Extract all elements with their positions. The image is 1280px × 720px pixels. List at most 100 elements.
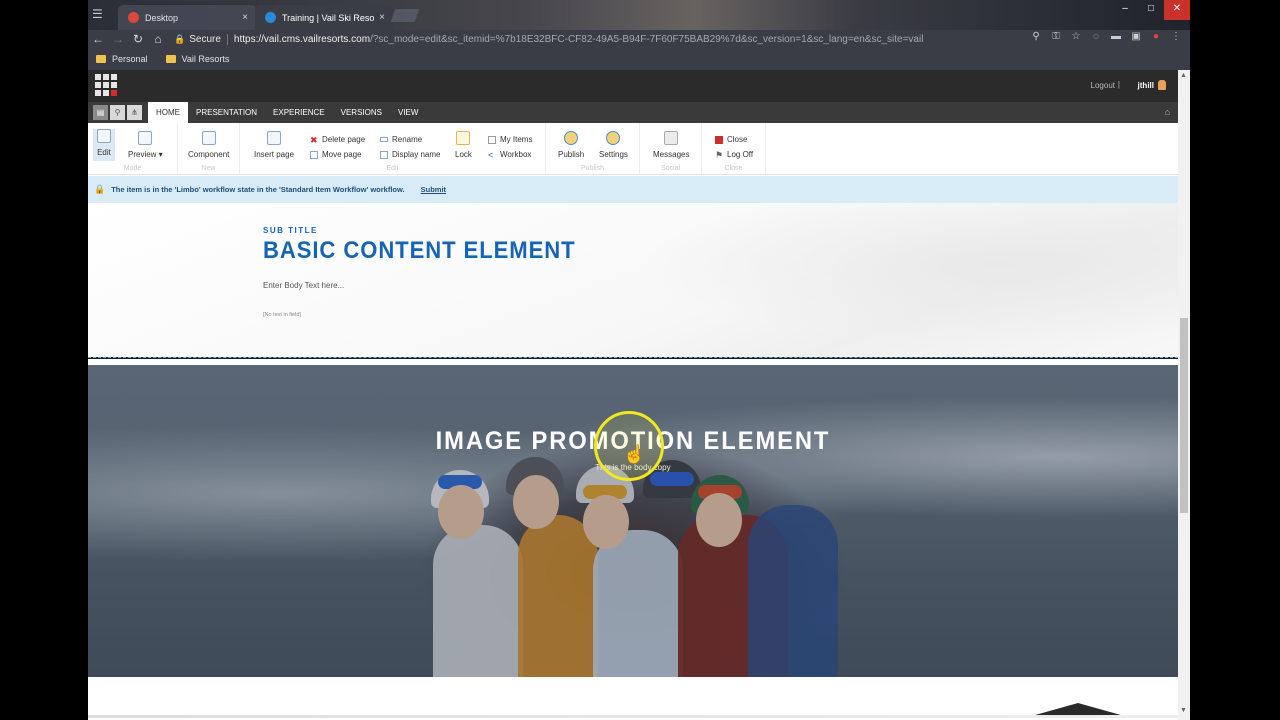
browser-toolbar: ← → ↻ ⌂ 🔒 Secure https://vail.cms.vailre… <box>88 30 1190 48</box>
messages-button[interactable]: Messages <box>653 131 689 159</box>
close-button[interactable]: Close <box>715 135 747 144</box>
star-icon[interactable]: ☆ <box>1070 31 1082 43</box>
right-black-margin <box>1190 0 1280 720</box>
username[interactable]: jthill <box>1138 81 1154 90</box>
group-publish: Publish Settings Publish <box>546 123 640 175</box>
tab-presentation[interactable]: PRESENTATION <box>188 102 265 123</box>
app-launcher-icon[interactable] <box>95 74 117 96</box>
menu-icon[interactable]: ⋮ <box>1170 31 1182 43</box>
group-social: Messages Social <box>640 123 702 175</box>
move-page-label: Move page <box>322 150 362 159</box>
group-mode: Edit Preview ▾ Mode <box>88 123 178 175</box>
window-controls: – □ ✕ <box>1112 0 1190 20</box>
workbox-button[interactable]: < Workbox <box>488 150 531 159</box>
tab-training[interactable]: Training | Vail Ski Resort × <box>255 5 393 30</box>
edit-label: Edit <box>97 148 111 157</box>
bookmarks-bar: Personal Vail Resorts <box>88 48 1190 70</box>
window-close-icon[interactable]: ✕ <box>1164 0 1190 20</box>
scrollbar-thumb[interactable] <box>1180 318 1188 513</box>
move-page-button[interactable]: Move page <box>310 150 362 159</box>
component-separator <box>88 357 1178 359</box>
minimize-icon[interactable]: – <box>1112 0 1138 20</box>
group-new: Component New <box>178 123 240 175</box>
reload-icon[interactable]: ↻ <box>128 30 148 48</box>
tab-label: Desktop <box>145 12 179 23</box>
extension-icon[interactable]: ● <box>1150 31 1162 43</box>
extension-icon[interactable]: ◌ <box>1090 31 1102 43</box>
profile-icon[interactable]: ☰ <box>92 7 103 21</box>
my-items-label: My Items <box>500 135 533 144</box>
url-host: https://vail.cms.vailresorts.com <box>233 33 371 45</box>
delete-page-button[interactable]: ✖ Delete page <box>310 135 365 144</box>
settings-button[interactable]: Settings <box>599 131 628 159</box>
ribbon-home-icon[interactable]: ⌂ <box>1165 107 1170 117</box>
tab-close-icon[interactable]: × <box>242 12 248 23</box>
settings-icon <box>606 131 621 145</box>
group-title: New <box>201 165 216 172</box>
tab-strip: ☰ Desktop × Training | Vail Ski Resort ×… <box>88 0 1190 30</box>
my-items-button[interactable]: My Items <box>488 135 532 144</box>
address-bar[interactable]: 🔒 Secure https://vail.cms.vailresorts.co… <box>174 31 1145 47</box>
empty-field-placeholder[interactable]: [No text in field] <box>263 312 301 318</box>
tab-view[interactable]: VIEW <box>390 102 426 123</box>
page-title[interactable]: BASIC CONTENT ELEMENT <box>263 237 575 265</box>
share-icon[interactable]: ⋔ <box>127 105 142 120</box>
display-name-button[interactable]: Display name <box>380 150 440 159</box>
search-icon[interactable]: ⚲ <box>1030 31 1042 43</box>
my-items-icon <box>488 135 496 144</box>
body-text[interactable]: Enter Body Text here... <box>263 281 344 290</box>
home-icon[interactable]: ⌂ <box>148 30 168 48</box>
forward-icon[interactable]: → <box>108 30 128 48</box>
publish-label: Publish <box>558 150 585 159</box>
bottom-divider <box>88 715 1178 718</box>
move-page-icon <box>310 150 318 159</box>
submit-link[interactable]: Submit <box>421 185 446 194</box>
publish-button[interactable]: Publish <box>558 131 584 159</box>
log-off-button[interactable]: ⚑ Log Off <box>715 150 753 159</box>
group-close: Close ⚑ Log Off Close <box>702 123 766 175</box>
quick-access: ▤ ⚲ ⋔ <box>93 105 142 120</box>
extension-icon[interactable]: ▬ <box>1110 31 1122 43</box>
bookmark-personal[interactable]: Personal <box>96 54 148 64</box>
ribbon-tabs: ▤ ⚲ ⋔ HOME PRESENTATION EXPERIENCE VERSI… <box>88 102 1178 123</box>
scroll-down-icon[interactable]: ▼ <box>1180 707 1187 714</box>
save-icon[interactable]: ▤ <box>93 105 108 120</box>
basic-content-element[interactable]: SUB TITLE BASIC CONTENT ELEMENT Enter Bo… <box>88 203 1178 358</box>
logout-link[interactable]: Logout <box>1091 81 1115 90</box>
lock-label: Lock <box>455 150 472 159</box>
scroll-up-icon[interactable]: ▲ <box>1180 72 1187 79</box>
search-icon[interactable]: ⚲ <box>110 105 125 120</box>
address-separator <box>226 33 228 45</box>
workbox-icon: < <box>488 149 494 160</box>
messages-label: Messages <box>653 150 690 159</box>
tab-label: Training | Vail Ski Resort <box>282 12 376 23</box>
tab-versions[interactable]: VERSIONS <box>333 102 390 123</box>
group-edit: Insert page ✖ Delete page Move page Rena… <box>240 123 546 175</box>
edit-button[interactable]: Edit <box>93 129 115 161</box>
component-button[interactable]: Component <box>188 131 229 159</box>
insert-page-button[interactable]: Insert page <box>254 131 294 159</box>
tab-home[interactable]: HOME <box>148 102 188 123</box>
tab-desktop[interactable]: Desktop × <box>118 5 256 30</box>
extension-icon[interactable]: ▣ <box>1130 31 1142 43</box>
back-icon[interactable]: ← <box>88 30 108 48</box>
rename-button[interactable]: Rename <box>380 135 422 144</box>
tab-experience[interactable]: EXPERIENCE <box>265 102 333 123</box>
group-title: Social <box>660 165 681 172</box>
bookmark-label: Personal <box>112 54 148 64</box>
tab-close-icon[interactable]: × <box>379 12 385 23</box>
sub-title[interactable]: SUB TITLE <box>263 226 318 235</box>
desktop-favicon-icon <box>128 12 139 23</box>
lock-button[interactable]: Lock <box>455 131 472 159</box>
maximize-icon[interactable]: □ <box>1138 0 1164 20</box>
secure-label: Secure <box>189 33 221 45</box>
user-avatar-icon[interactable] <box>1158 80 1166 90</box>
key-icon[interactable]: ⚿ <box>1050 31 1062 43</box>
delete-icon: ✖ <box>310 134 318 145</box>
preview-button[interactable]: Preview ▾ <box>128 131 163 159</box>
bookmark-vail-resorts[interactable]: Vail Resorts <box>165 54 229 64</box>
group-title: Close <box>724 165 743 172</box>
toolbar-extensions: ⚲ ⚿ ☆ ◌ ▬ ▣ ● ⋮ <box>1030 31 1190 43</box>
new-tab-button[interactable] <box>390 9 420 22</box>
preview-icon <box>138 131 153 145</box>
